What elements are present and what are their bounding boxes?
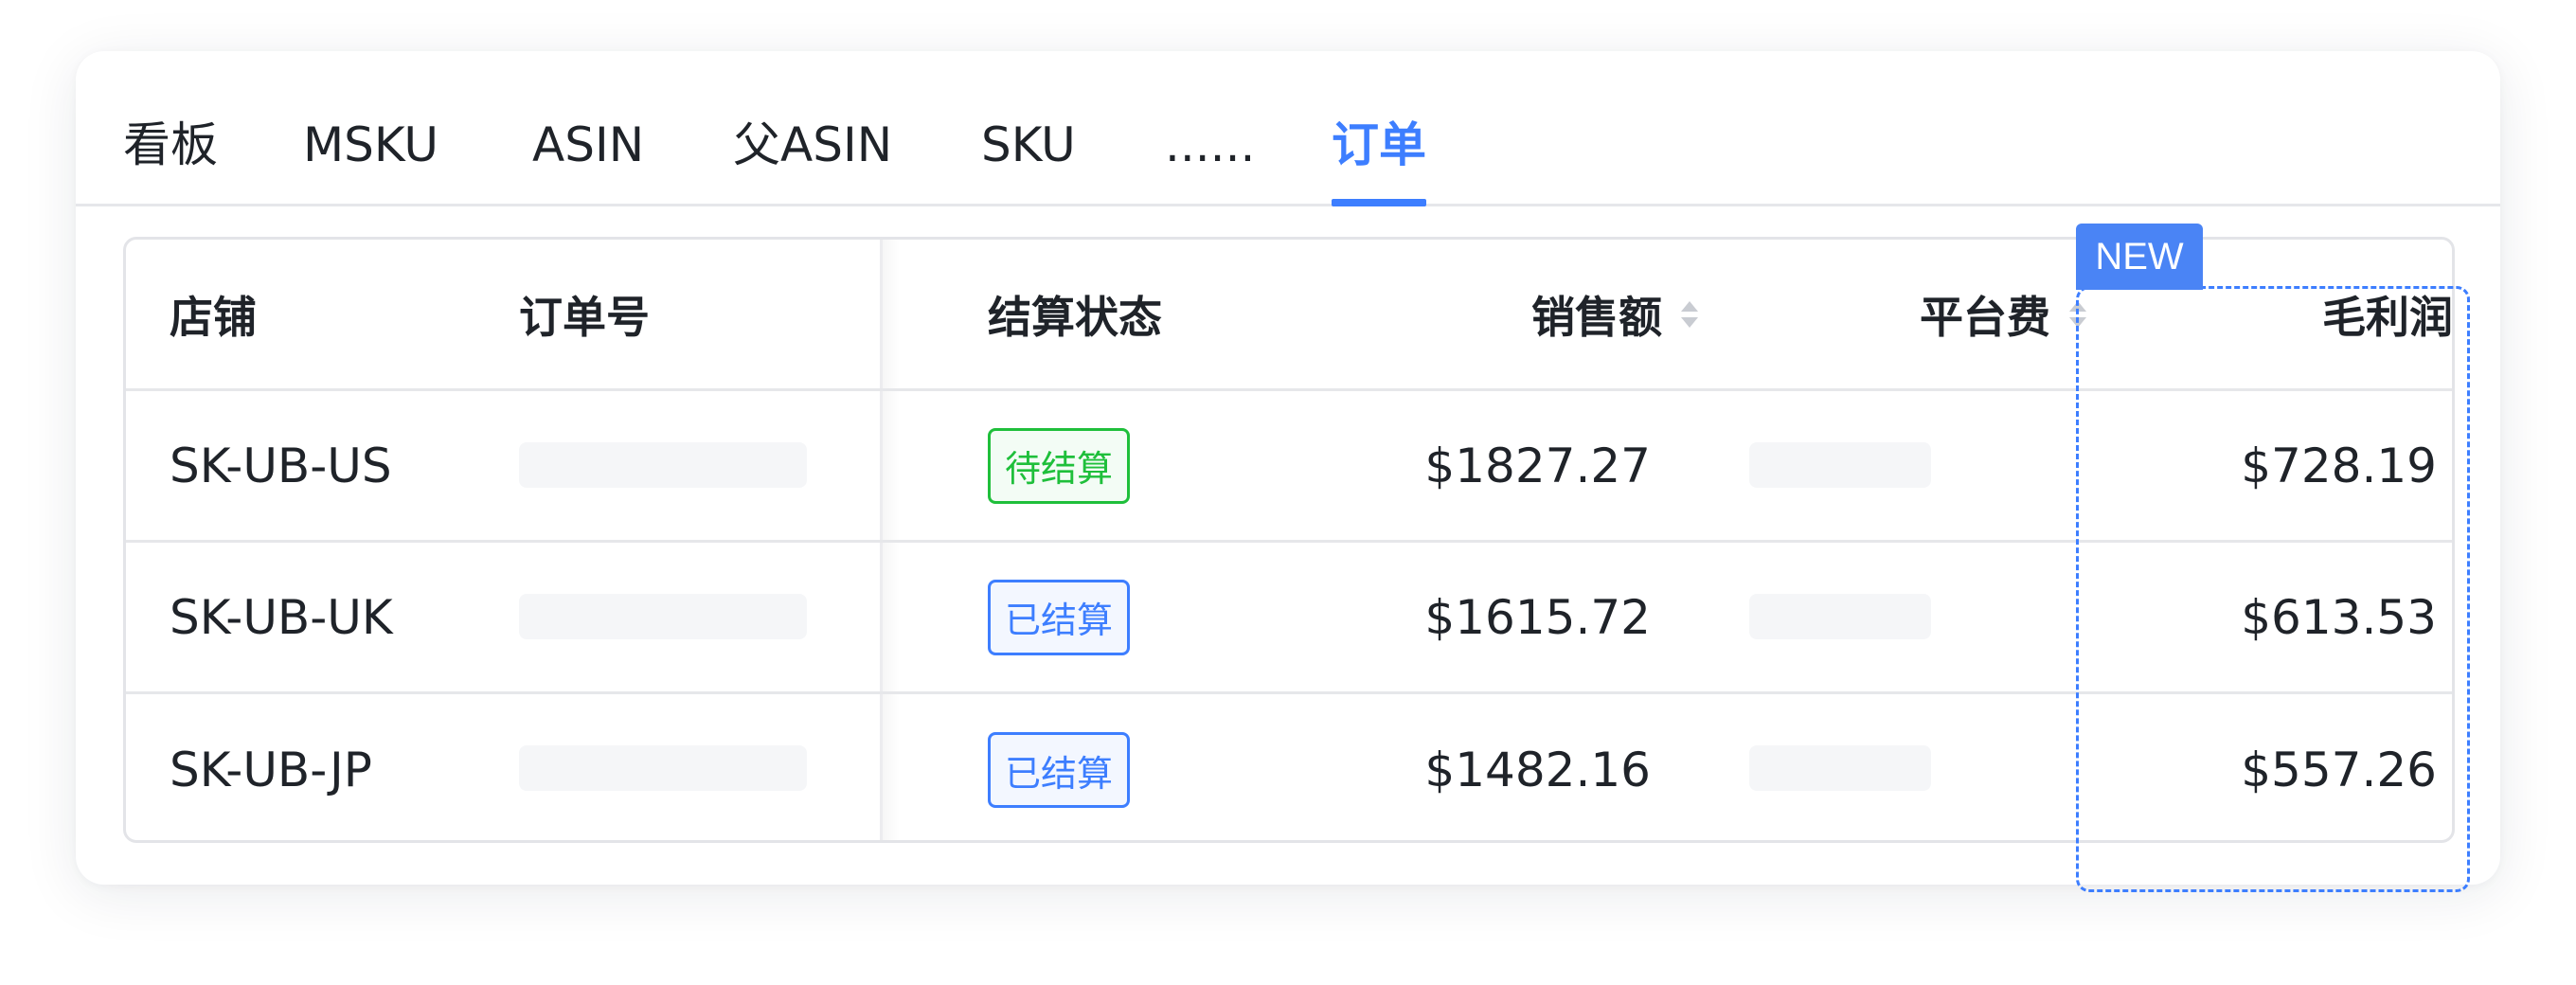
cell-gross-profit: $557.26: [2241, 743, 2437, 797]
tab-bar: 看板 MSKU ASIN 父ASIN SKU ...... 订单: [76, 51, 2500, 206]
cell-shop: SK-UB-JP: [170, 743, 372, 797]
status-badge: 已结算: [988, 732, 1130, 808]
cell-settle-status: 已结算: [988, 543, 1130, 691]
new-badge: NEW: [2076, 224, 2203, 290]
order-no-placeholder: [519, 442, 807, 488]
cell-sales: $1615.72: [1424, 589, 1651, 645]
cell-gross-profit: $613.53: [2241, 589, 2437, 645]
table-row: SK-UB-UK 已结算 $1615.72 $613.53: [126, 543, 2452, 694]
header-shop: 店铺: [170, 291, 257, 343]
header-gross-profit-label: 毛利润: [2322, 291, 2453, 343]
tab-asin[interactable]: ASIN: [532, 112, 644, 178]
header-platform-fee[interactable]: 平台费: [1670, 240, 2086, 388]
tab-sku[interactable]: SKU: [981, 112, 1076, 178]
tab-dashboard[interactable]: 看板: [123, 112, 218, 178]
platform-fee-placeholder: [1749, 442, 1931, 488]
status-badge: 待结算: [988, 427, 1130, 504]
order-no-placeholder: [519, 745, 807, 791]
tab-orders[interactable]: 订单: [1332, 112, 1426, 206]
header-platform-fee-label: 平台费: [1920, 291, 2050, 343]
orders-table: 店铺 订单号 结算状态 销售额 平台费 毛利润 SK-UB-US 待结算 $18…: [123, 237, 2455, 843]
platform-fee-placeholder: [1749, 594, 1931, 639]
status-badge: 已结算: [988, 579, 1130, 655]
tab-parent-asin[interactable]: 父ASIN: [733, 112, 892, 178]
cell-sales: $1827.27: [1424, 438, 1651, 493]
tab-more[interactable]: ......: [1165, 112, 1255, 178]
table-row: SK-UB-JP 已结算 $1482.16 $557.26: [126, 694, 2452, 840]
tab-msku[interactable]: MSKU: [303, 112, 438, 178]
header-settle-status: 结算状态: [988, 291, 1162, 343]
header-sales-label: 销售额: [1531, 291, 1662, 343]
sort-icon[interactable]: [2069, 299, 2086, 330]
cell-settle-status: 已结算: [988, 694, 1130, 840]
order-no-placeholder: [519, 594, 807, 639]
header-order-no: 订单号: [519, 291, 650, 343]
cell-shop: SK-UB-UK: [170, 589, 393, 645]
cell-shop: SK-UB-US: [170, 438, 392, 493]
cell-sales: $1482.16: [1424, 743, 1651, 797]
header-sales[interactable]: 销售额: [1234, 240, 1698, 388]
table-row: SK-UB-US 待结算 $1827.27 $728.19: [126, 391, 2452, 543]
cell-gross-profit: $728.19: [2241, 438, 2437, 493]
cell-settle-status: 待结算: [988, 391, 1130, 540]
data-card: 看板 MSKU ASIN 父ASIN SKU ...... 订单 店铺 订单号 …: [76, 51, 2500, 892]
platform-fee-placeholder: [1749, 745, 1931, 791]
